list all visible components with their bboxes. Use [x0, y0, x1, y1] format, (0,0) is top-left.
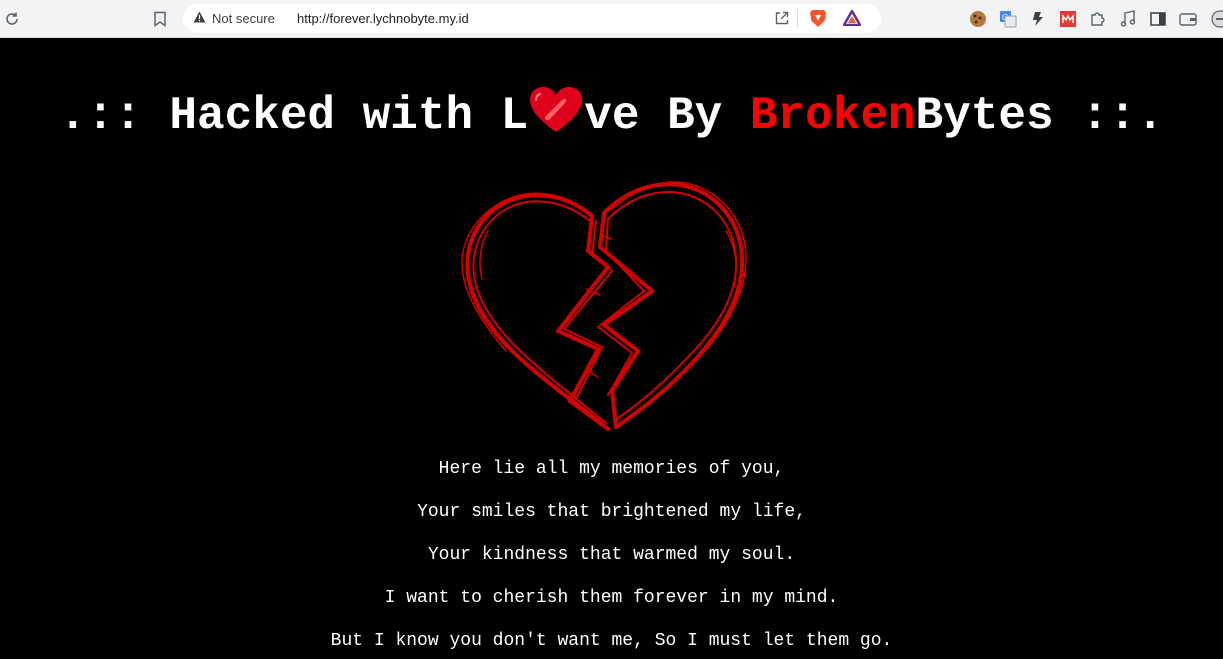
- wallet-icon[interactable]: [1178, 9, 1198, 29]
- puzzle-extensions-icon[interactable]: [1088, 9, 1108, 29]
- divider: [797, 9, 798, 28]
- poem: Here lie all my memories of you, Your sm…: [0, 452, 1223, 659]
- title-prefix: .:: Hacked with L: [58, 90, 529, 142]
- brave-shields-icon[interactable]: [808, 8, 828, 28]
- heart-emoji-icon: [528, 86, 584, 136]
- title-after-heart: ve By: [584, 90, 750, 142]
- poem-line: But I know you don't want me, So I must …: [330, 631, 893, 651]
- share-icon[interactable]: [772, 8, 792, 28]
- page-title: .:: Hacked with L ve By BrokenBytes ::.: [0, 86, 1223, 142]
- music-icon[interactable]: [1118, 9, 1138, 29]
- broken-heart-icon: [461, 181, 747, 431]
- browser-toolbar: Not secure http://forever.lychnobyte.my.…: [0, 0, 1223, 38]
- poem-line: Your smiles that brightened my life,: [417, 502, 806, 522]
- red-extension-icon[interactable]: [1058, 9, 1078, 29]
- poem-line: I want to cherish them forever in my min…: [384, 588, 839, 608]
- security-label: Not secure: [212, 11, 275, 26]
- sidebar-icon[interactable]: [1148, 9, 1168, 29]
- svg-text:G: G: [1002, 13, 1008, 22]
- bookmark-icon[interactable]: [150, 9, 170, 29]
- url-text[interactable]: http://forever.lychnobyte.my.id: [297, 4, 469, 33]
- poem-line: Here lie all my memories of you,: [438, 459, 785, 479]
- title-name-rest: Bytes: [915, 90, 1054, 142]
- profile-icon[interactable]: [1210, 9, 1223, 29]
- address-bar[interactable]: Not secure http://forever.lychnobyte.my.…: [183, 4, 881, 33]
- cookie-extension-icon[interactable]: [968, 9, 988, 29]
- page-content: .:: Hacked with L ve By BrokenBytes ::. H…: [0, 38, 1223, 659]
- warning-icon: [193, 11, 206, 26]
- brave-rewards-icon[interactable]: [842, 8, 862, 28]
- title-suffix: ::.: [1053, 90, 1164, 142]
- translate-extension-icon[interactable]: G: [998, 9, 1018, 29]
- security-indicator[interactable]: Not secure: [193, 4, 275, 33]
- reload-icon[interactable]: [2, 9, 22, 29]
- extension-icon[interactable]: [1028, 9, 1048, 29]
- title-highlight: Broken: [749, 90, 916, 142]
- poem-line: Your kindness that warmed my soul.: [427, 545, 796, 565]
